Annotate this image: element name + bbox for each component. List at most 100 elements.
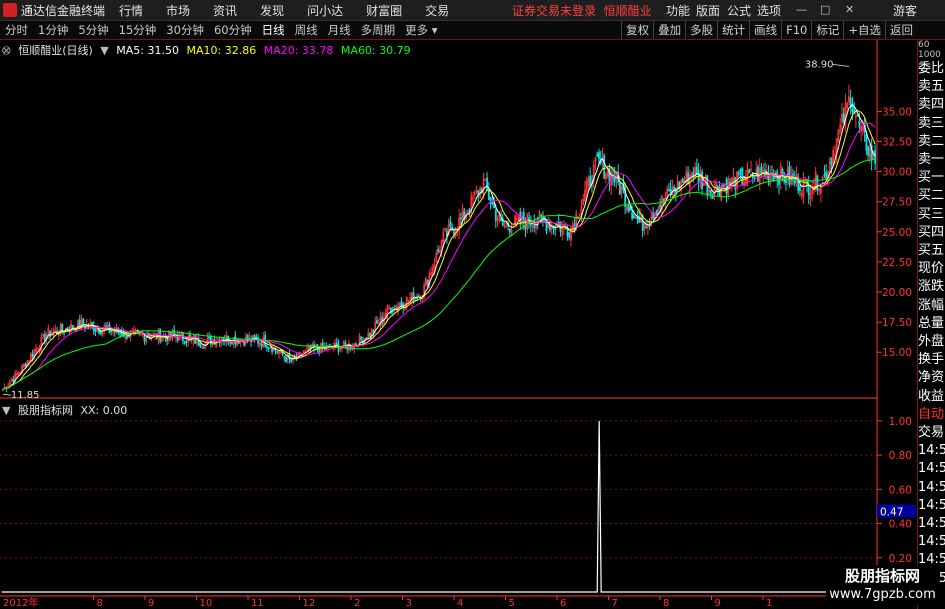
- time-tick-label: 8: [663, 598, 669, 609]
- menu-quotes[interactable]: 行情: [119, 2, 143, 19]
- indicator-name: 股朋指标网: [17, 404, 73, 417]
- legend-toggle-icon[interactable]: ⭙: [2, 44, 11, 57]
- candle-body: [407, 299, 410, 301]
- candle-body: [239, 339, 242, 343]
- minimize-icon[interactable]: —: [796, 3, 807, 16]
- watermark: 股朋指标网 www.7gpzb.com: [826, 565, 939, 605]
- candle-body: [381, 317, 384, 322]
- menu-function[interactable]: 功能: [666, 2, 690, 19]
- menu-ask[interactable]: 问小达: [307, 2, 343, 19]
- candle-body: [445, 231, 448, 237]
- panel-item: 收益: [918, 388, 945, 404]
- menu-formula[interactable]: 公式: [727, 2, 751, 19]
- candle-body: [43, 334, 46, 341]
- menu-layout[interactable]: 版面: [696, 2, 720, 19]
- candle-body: [454, 229, 457, 237]
- trade-login-notice[interactable]: 证券交易未登录 恒顺醋业: [512, 2, 652, 19]
- candle-body: [494, 210, 497, 221]
- sub-tick-label: 0.40: [889, 519, 912, 531]
- button-draw[interactable]: 画线: [749, 21, 781, 39]
- candle-body: [540, 214, 543, 217]
- sub-legend-toggle-icon[interactable]: ▼: [2, 404, 10, 417]
- tab-weekly[interactable]: 周线: [295, 22, 318, 38]
- candle-body: [119, 332, 121, 335]
- tab-60min[interactable]: 60分钟: [214, 22, 252, 38]
- button-multi-stock[interactable]: 多股: [685, 21, 717, 39]
- candle-body: [428, 273, 431, 285]
- candle-body: [503, 224, 506, 228]
- restore-icon[interactable]: □: [820, 3, 830, 16]
- candle-body: [547, 223, 550, 229]
- panel-item: 卖五: [918, 79, 945, 95]
- user-guest[interactable]: 游客: [893, 2, 917, 19]
- time-tick-label: 2012年: [3, 596, 38, 609]
- time-tick-label: 4: [457, 598, 463, 609]
- menu-news[interactable]: 资讯: [213, 2, 237, 19]
- tab-monthly[interactable]: 月线: [328, 22, 351, 38]
- panel-trade-tab[interactable]: 交易: [918, 424, 945, 442]
- candle-body: [28, 360, 30, 363]
- candle-body: [369, 332, 371, 338]
- candle-body: [692, 171, 695, 178]
- tab-30min[interactable]: 30分钟: [166, 22, 204, 38]
- candle-body: [508, 228, 511, 232]
- candle-body: [447, 224, 450, 235]
- tab-multi-period[interactable]: 多周期: [361, 22, 396, 38]
- panel-item: 买五: [918, 243, 945, 259]
- price-tick-label: 15.00: [882, 347, 912, 359]
- menu-trade[interactable]: 交易: [425, 2, 449, 19]
- close-icon[interactable]: ✕: [845, 3, 854, 16]
- candle-body: [615, 171, 618, 180]
- candle-body: [147, 335, 149, 338]
- candle-body: [22, 363, 25, 368]
- tab-1min[interactable]: 1分钟: [38, 22, 68, 38]
- candle-body: [854, 115, 857, 117]
- menu-wealth[interactable]: 财富圈: [366, 2, 402, 19]
- button-f10[interactable]: F10: [781, 21, 811, 39]
- high-pointer: [832, 64, 849, 67]
- tab-daily[interactable]: 日线: [262, 22, 285, 38]
- candle-body: [218, 340, 221, 344]
- panel-auto-tab[interactable]: 自动: [918, 406, 945, 424]
- tab-5min[interactable]: 5分钟: [78, 22, 108, 38]
- kline-chart[interactable]: 15.00 17.50 20.00 22.50 25.00 27.50 30.00 32.50…: [0, 0, 945, 609]
- candle-body: [734, 177, 737, 190]
- menu-options[interactable]: 选项: [757, 2, 781, 19]
- tick-time: 14:56: [918, 461, 945, 477]
- candle-body: [814, 171, 817, 190]
- candle-body: [335, 342, 338, 345]
- legend-settings-icon[interactable]: ▼: [100, 44, 108, 57]
- candle-body: [577, 216, 579, 219]
- button-stats[interactable]: 统计: [717, 21, 749, 39]
- menu-discover[interactable]: 发现: [260, 2, 284, 19]
- candle-body: [568, 232, 571, 239]
- price-tick-label: 32.50: [882, 137, 912, 149]
- panel-item: 卖一: [918, 152, 945, 168]
- button-add-watchlist[interactable]: +自选: [843, 21, 885, 39]
- button-overlay[interactable]: 叠加: [653, 21, 685, 39]
- button-mark[interactable]: 标记: [811, 21, 843, 39]
- candle-body: [54, 329, 57, 332]
- app-logo-icon: [3, 3, 17, 17]
- app-title: 通达信金融终端: [21, 3, 106, 18]
- candle-body: [264, 334, 266, 347]
- menu-market[interactable]: 市场: [166, 2, 190, 19]
- candle-body: [468, 208, 471, 213]
- candle-body: [725, 179, 728, 194]
- candle-body: [162, 334, 165, 339]
- button-back[interactable]: 返回: [885, 21, 917, 39]
- tab-15min[interactable]: 15分钟: [119, 22, 157, 38]
- candle-body: [337, 343, 340, 352]
- candle-body: [40, 337, 43, 350]
- candle-body: [783, 172, 786, 183]
- button-adjust[interactable]: 复权: [621, 21, 653, 39]
- candle-body: [12, 378, 15, 382]
- candle-body: [580, 205, 583, 215]
- tab-timeshare[interactable]: 分时: [5, 22, 28, 38]
- candle-body: [599, 158, 602, 164]
- candle-body: [867, 146, 870, 156]
- tab-more[interactable]: 更多 ▾: [405, 22, 437, 38]
- candle-body: [802, 179, 805, 198]
- candle-body: [272, 346, 275, 352]
- candle-body: [285, 356, 287, 363]
